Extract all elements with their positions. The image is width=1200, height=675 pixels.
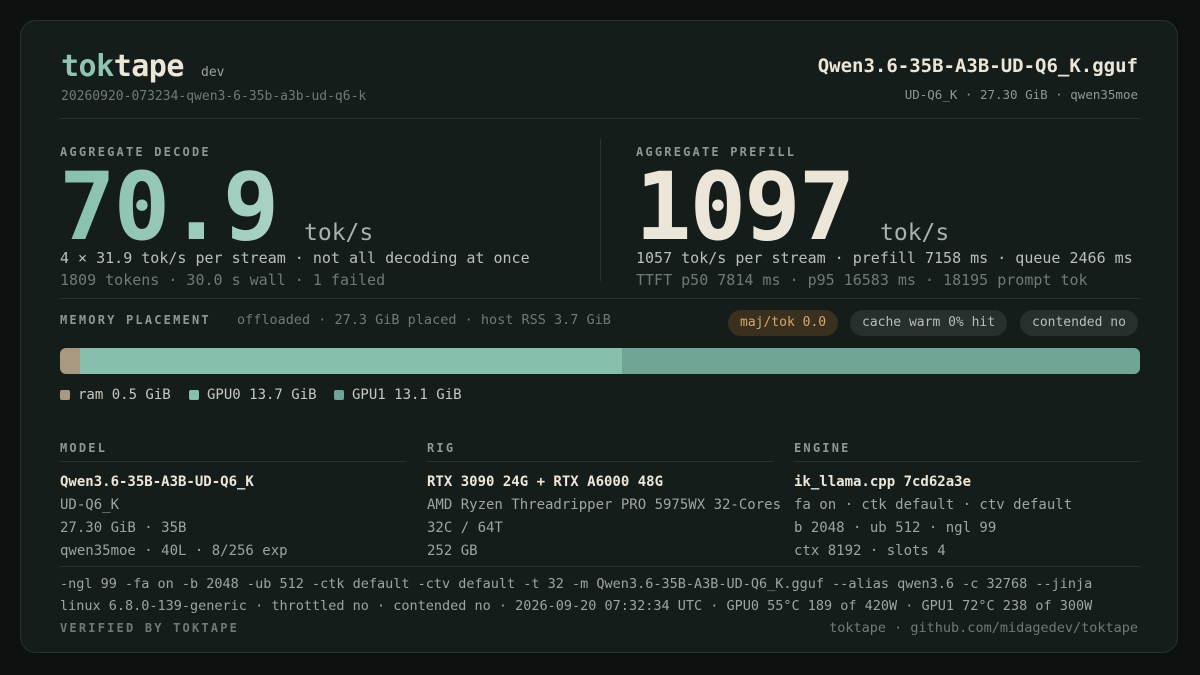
contended-badge: contended no: [1020, 310, 1138, 336]
rig-cpu: AMD Ryzen Threadripper PRO 5975WX 32-Cor…: [427, 497, 782, 513]
decode-value: 70.9: [59, 153, 279, 262]
memory-segment-gpu1: [621, 348, 1140, 374]
legend-swatch: [334, 390, 344, 400]
model-column-label: MODEL: [60, 441, 406, 462]
legend-swatch: [60, 390, 70, 400]
memory-segment-ram: [60, 348, 80, 374]
prefill-unit: tok/s: [880, 220, 950, 246]
model-quant: UD-Q6_K: [60, 497, 120, 513]
model-column: MODEL Qwen3.6-35B-A3B-UD-Q6_K UD-Q6_K 27…: [60, 441, 406, 561]
legend-swatch: [189, 390, 199, 400]
engine-ctx: ctx 8192 · slots 4: [794, 543, 946, 559]
rig-column: RIG RTX 3090 24G + RTX A6000 48G AMD Ryz…: [427, 441, 782, 561]
model-name: Qwen3.6-35B-A3B-UD-Q6_K: [60, 474, 254, 490]
legend-ram: ram 0.5 GiB: [60, 387, 171, 403]
command-line: -ngl 99 -fa on -b 2048 -ub 512 -ctk defa…: [60, 576, 1093, 592]
benchmark-card: toktape dev 20260920-073234-qwen3-6-35b-…: [20, 20, 1178, 653]
decode-unit: tok/s: [304, 220, 374, 246]
brand-logo-tape: tape: [113, 49, 185, 84]
memory-note: offloaded · 27.3 GiB placed · host RSS 3…: [237, 312, 611, 328]
run-id: 20260920-073234-qwen3-6-35b-a3b-ud-q6-k: [61, 89, 367, 104]
prefill-stats: TTFT p50 7814 ms · p95 16583 ms · 18195 …: [636, 271, 1088, 289]
engine-batch: b 2048 · ub 512 · ngl 99: [794, 520, 997, 536]
divider: [60, 566, 1140, 567]
legend-gpu1: GPU1 13.1 GiB: [334, 387, 462, 403]
system-info: linux 6.8.0-139-generic · throttled no ·…: [60, 598, 1093, 614]
prefill-detail: 1057 tok/s per stream · prefill 7158 ms …: [636, 249, 1133, 267]
memory-bar: [60, 348, 1140, 374]
prefill-value: 1097: [635, 153, 855, 262]
legend-label: GPU1 13.1 GiB: [352, 387, 462, 403]
memory-label: MEMORY PLACEMENT: [60, 313, 211, 327]
legend-gpu0: GPU0 13.7 GiB: [189, 387, 317, 403]
engine-flags: fa on · ctk default · ctv default: [794, 497, 1073, 513]
verified-label: VERIFIED BY TOKTAPE: [60, 621, 240, 635]
engine-column-label: ENGINE: [794, 441, 1140, 462]
divider: [60, 298, 1140, 299]
divider: [60, 118, 1140, 119]
rig-threads: 32C / 64T: [427, 520, 503, 536]
legend-label: ram 0.5 GiB: [78, 387, 171, 403]
legend-label: GPU0 13.7 GiB: [207, 387, 317, 403]
model-file: Qwen3.6-35B-A3B-UD-Q6_K.gguf: [817, 55, 1138, 77]
model-meta: UD-Q6_K · 27.30 GiB · qwen35moe: [904, 87, 1138, 102]
brand-logo: toktape: [61, 49, 184, 84]
column-divider: [600, 139, 601, 281]
rig-gpus: RTX 3090 24G + RTX A6000 48G: [427, 474, 664, 490]
decode-stats: 1809 tokens · 30.0 s wall · 1 failed: [60, 271, 386, 289]
model-arch: qwen35moe · 40L · 8/256 exp: [60, 543, 288, 559]
rig-ram: 252 GB: [427, 543, 478, 559]
memory-segment-gpu0: [79, 348, 622, 374]
rig-column-label: RIG: [427, 441, 773, 462]
engine-name: ik_llama.cpp 7cd62a3e: [794, 474, 972, 490]
majtok-badge: maj/tok 0.0: [728, 310, 839, 336]
cache-badge: cache warm 0% hit: [850, 310, 1008, 336]
engine-column: ENGINE ik_llama.cpp 7cd62a3e fa on · ctk…: [794, 441, 1140, 561]
model-size: 27.30 GiB · 35B: [60, 520, 187, 536]
brand-logo-tok: tok: [61, 49, 114, 84]
project-link[interactable]: toktape · github.com/midagedev/toktape: [829, 620, 1138, 636]
decode-detail: 4 × 31.9 tok/s per stream · not all deco…: [60, 249, 530, 267]
env-tag: dev: [201, 65, 225, 80]
